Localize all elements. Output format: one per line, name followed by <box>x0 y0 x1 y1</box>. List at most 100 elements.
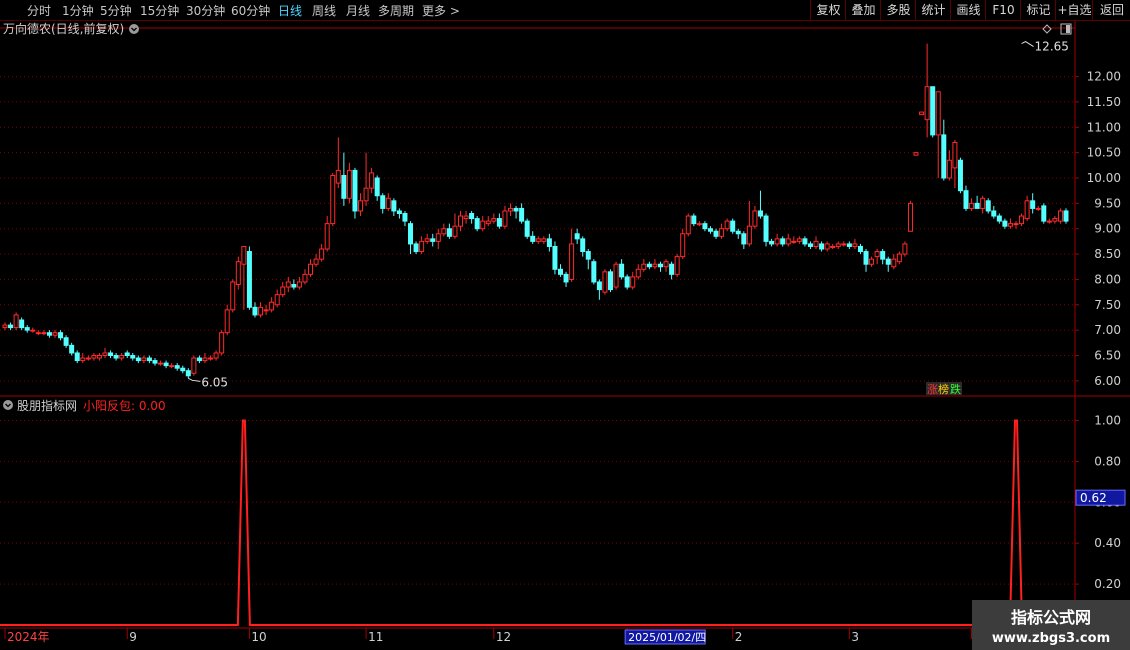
period-tab-4[interactable]: 30分钟 <box>186 2 225 19</box>
candle-53[interactable] <box>296 276 302 290</box>
candle-46[interactable] <box>258 302 264 318</box>
candle-81[interactable] <box>452 213 458 239</box>
diamond-icon[interactable] <box>1042 24 1052 34</box>
candle-180[interactable] <box>1002 218 1008 229</box>
candle-61[interactable] <box>341 152 347 206</box>
candle-145[interactable] <box>807 241 813 249</box>
candle-112[interactable] <box>624 274 630 290</box>
candle-188[interactable] <box>1046 218 1052 224</box>
candle-4[interactable] <box>24 325 30 333</box>
candle-54[interactable] <box>302 269 308 285</box>
candle-126[interactable] <box>702 221 708 232</box>
candle-135[interactable] <box>752 205 758 229</box>
candle-111[interactable] <box>619 259 625 280</box>
candle-144[interactable] <box>802 236 808 247</box>
period-tab-3[interactable]: 15分钟 <box>140 2 179 19</box>
candle-77[interactable] <box>430 233 436 247</box>
candle-91[interactable] <box>508 203 514 217</box>
candle-101[interactable] <box>563 271 569 288</box>
candle-96[interactable] <box>535 236 541 244</box>
candle-74[interactable] <box>413 241 419 255</box>
candle-37[interactable] <box>208 355 214 361</box>
candle-103[interactable] <box>574 228 580 244</box>
candle-143[interactable] <box>796 236 802 244</box>
candle-32[interactable] <box>180 365 186 374</box>
candle-66[interactable] <box>369 167 375 194</box>
candle-173[interactable] <box>963 185 969 211</box>
candle-73[interactable] <box>408 221 414 255</box>
period-tab-10[interactable]: 更多 > <box>422 2 460 19</box>
candle-38[interactable] <box>213 350 219 361</box>
candle-190[interactable] <box>1057 208 1063 224</box>
period-tab-2[interactable]: 5分钟 <box>100 2 132 19</box>
candle-69[interactable] <box>385 193 391 211</box>
candle-24[interactable] <box>135 355 141 364</box>
candle-86[interactable] <box>480 216 486 232</box>
toolbar-action-8[interactable]: 返回 <box>1092 0 1130 20</box>
candle-71[interactable] <box>396 208 402 219</box>
toolbar-action-0[interactable]: 复权 <box>810 0 846 20</box>
candle-40[interactable] <box>224 304 230 336</box>
candle-185[interactable] <box>1030 193 1036 214</box>
candle-95[interactable] <box>530 231 536 244</box>
candle-168[interactable] <box>935 91 941 178</box>
candle-99[interactable] <box>552 241 558 275</box>
candle-92[interactable] <box>513 205 519 219</box>
candle-115[interactable] <box>641 259 647 272</box>
toolbar-action-6[interactable]: 标记 <box>1020 0 1056 20</box>
candle-110[interactable] <box>613 261 619 290</box>
candle-83[interactable] <box>463 210 469 224</box>
candle-10[interactable] <box>58 330 64 341</box>
candle-57[interactable] <box>319 243 325 262</box>
candle-109[interactable] <box>607 269 613 293</box>
candle-16[interactable] <box>91 352 97 361</box>
period-tab-8[interactable]: 月线 <box>346 2 370 19</box>
candle-146[interactable] <box>813 236 819 249</box>
candle-128[interactable] <box>713 228 719 239</box>
candle-166[interactable] <box>924 43 930 138</box>
candle-89[interactable] <box>496 213 502 229</box>
candle-85[interactable] <box>474 216 480 232</box>
candle-156[interactable] <box>869 256 875 267</box>
candle-56[interactable] <box>313 254 319 267</box>
candle-59[interactable] <box>330 172 336 227</box>
period-tab-0[interactable]: 分时 <box>27 2 51 19</box>
candle-113[interactable] <box>630 271 636 290</box>
candle-42[interactable] <box>235 256 241 290</box>
candle-102[interactable] <box>569 228 575 282</box>
candle-167[interactable] <box>930 86 936 138</box>
candle-67[interactable] <box>374 175 380 201</box>
candle-165[interactable] <box>919 111 925 116</box>
candle-1[interactable] <box>8 322 14 331</box>
candle-78[interactable] <box>435 228 441 249</box>
candle-122[interactable] <box>680 228 686 260</box>
candle-28[interactable] <box>158 360 164 366</box>
candle-29[interactable] <box>163 360 169 369</box>
candle-183[interactable] <box>1019 213 1025 227</box>
candle-157[interactable] <box>874 249 880 265</box>
candle-44[interactable] <box>246 246 252 310</box>
period-tab-6[interactable]: 日线 <box>278 2 302 19</box>
candle-171[interactable] <box>952 139 958 189</box>
candle-150[interactable] <box>835 241 841 249</box>
candle-9[interactable] <box>52 330 58 338</box>
candle-82[interactable] <box>458 210 464 232</box>
candle-41[interactable] <box>230 279 236 313</box>
candle-120[interactable] <box>669 261 675 280</box>
candle-34[interactable] <box>191 355 197 376</box>
candle-149[interactable] <box>830 243 836 249</box>
candle-154[interactable] <box>857 243 863 255</box>
candle-107[interactable] <box>596 279 602 300</box>
candle-87[interactable] <box>485 216 491 227</box>
candle-72[interactable] <box>402 210 408 227</box>
candle-14[interactable] <box>80 352 86 364</box>
candle-64[interactable] <box>358 193 364 217</box>
toolbar-action-3[interactable]: 统计 <box>915 0 951 20</box>
candle-13[interactable] <box>74 350 80 364</box>
candle-60[interactable] <box>335 137 341 189</box>
candle-123[interactable] <box>685 213 691 237</box>
candle-170[interactable] <box>946 150 952 181</box>
candle-26[interactable] <box>146 355 152 364</box>
candle-79[interactable] <box>441 223 447 237</box>
candle-33[interactable] <box>185 368 191 379</box>
